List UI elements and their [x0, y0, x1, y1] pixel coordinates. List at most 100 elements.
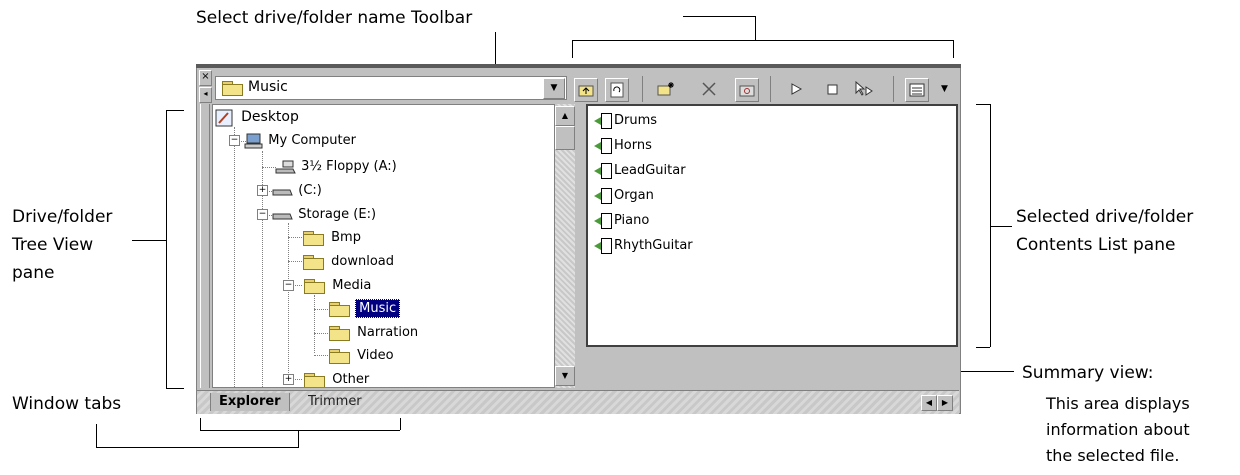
- collapse-icon[interactable]: −: [257, 209, 268, 220]
- tree-connector: [288, 223, 289, 383]
- collapse-icon[interactable]: −: [283, 280, 294, 291]
- callout-summary-desc2: information about: [1046, 420, 1190, 439]
- tree-connector: [234, 127, 235, 387]
- tree-connector: [314, 309, 328, 310]
- view-menu-arrow-icon[interactable]: ▼: [941, 84, 948, 94]
- toolbar-separator-2: [770, 76, 771, 102]
- file-list-item[interactable]: RhythGuitar: [594, 235, 693, 257]
- tab-trimmer[interactable]: Trimmer: [300, 393, 370, 411]
- folder-icon: [329, 301, 350, 317]
- scroll-left-icon[interactable]: ◀: [921, 395, 937, 411]
- tree-item-download[interactable]: download: [303, 251, 394, 273]
- expand-icon[interactable]: +: [257, 185, 268, 196]
- tree-connector: [314, 295, 315, 353]
- file-name: Organ: [614, 188, 654, 203]
- play-icon[interactable]: [785, 78, 807, 100]
- tree-connector: [288, 237, 302, 238]
- view-menu-icon[interactable]: [905, 78, 929, 102]
- tree-label: Media: [332, 278, 372, 293]
- file-name: RhythGuitar: [614, 238, 693, 253]
- folder-icon: [329, 348, 350, 364]
- tab-explorer[interactable]: Explorer: [210, 393, 290, 411]
- folder-icon: [304, 278, 326, 294]
- bracket-tree-vert: [166, 110, 167, 388]
- tree-label: Desktop: [241, 109, 299, 125]
- collapse-icon[interactable]: −: [229, 135, 240, 146]
- tree-item-media[interactable]: − Media: [283, 275, 371, 297]
- tree-connector: [314, 333, 328, 334]
- drive-icon: [272, 213, 293, 219]
- file-list-item[interactable]: Organ: [594, 185, 654, 207]
- callout-tree-line3: pane: [12, 263, 55, 283]
- tree-item-narration[interactable]: Narration: [329, 322, 418, 344]
- bracket-toolbar: [572, 40, 954, 41]
- tree-label: My Computer: [268, 133, 356, 148]
- bracket-tabs-bottom: [200, 430, 400, 431]
- tree-item-desktop[interactable]: Desktop: [215, 106, 299, 128]
- tree-label: (C:): [298, 183, 322, 198]
- refresh-icon[interactable]: [605, 78, 629, 102]
- folder-select-value: Music: [248, 79, 288, 95]
- callout-tree-line1: Drive/folder: [12, 207, 113, 227]
- new-folder-icon[interactable]: [655, 78, 677, 100]
- tree-item-music[interactable]: Music: [329, 298, 401, 320]
- expand-icon[interactable]: +: [283, 374, 294, 385]
- callout-tree-line2: Tree View: [12, 235, 94, 255]
- tree-scroll-thumb[interactable]: [555, 126, 575, 150]
- tree-label: 3½ Floppy (A:): [301, 159, 397, 174]
- bracket-tree-top: [166, 110, 184, 111]
- drive-icon: [272, 189, 293, 195]
- tree-item-other[interactable]: + Other: [283, 369, 370, 387]
- file-list-item[interactable]: Piano: [594, 210, 649, 232]
- play-selection-icon[interactable]: [853, 78, 875, 100]
- floppy-icon: [275, 160, 296, 173]
- leader-line-list: [990, 226, 1012, 227]
- file-list-item[interactable]: Drums: [594, 110, 657, 132]
- file-list-item[interactable]: LeadGuitar: [594, 160, 686, 182]
- tree-connector: [262, 167, 276, 168]
- bracket-list-top: [976, 104, 990, 105]
- stop-icon[interactable]: [821, 78, 843, 100]
- tree-label: download: [331, 254, 395, 269]
- callout-window-tabs: Window tabs: [12, 394, 122, 414]
- folder-icon: [222, 81, 243, 96]
- close-icon[interactable]: ×: [199, 70, 212, 86]
- file-list-item[interactable]: Horns: [594, 135, 652, 157]
- pin-icon[interactable]: ◂: [199, 87, 212, 103]
- bracket-toolbar-right: [953, 40, 954, 58]
- dropdown-arrow-icon[interactable]: ▼: [543, 78, 565, 99]
- audio-file-icon: [594, 187, 612, 204]
- window-title-strip: [196, 64, 961, 68]
- tree-item-floppy[interactable]: 3½ Floppy (A:): [275, 156, 397, 178]
- file-name: Drums: [614, 113, 658, 128]
- tree-label: Other: [332, 372, 370, 387]
- delete-icon[interactable]: [698, 78, 720, 100]
- tree-item-storage[interactable]: − Storage (E:): [257, 204, 376, 226]
- scroll-up-icon[interactable]: ▲: [555, 106, 575, 126]
- scroll-down-icon[interactable]: ▼: [555, 366, 575, 386]
- file-name: Piano: [614, 213, 650, 228]
- scroll-right-icon[interactable]: ▶: [937, 395, 953, 411]
- tree-view-pane[interactable]: Desktop − My Computer 3½ Floppy (A:) + (…: [212, 104, 555, 388]
- tree-item-video[interactable]: Video: [329, 345, 394, 367]
- folder-select[interactable]: Music: [215, 76, 567, 100]
- bracket-tree-bottom: [166, 388, 184, 389]
- callout-toolbar-select: Select drive/folder name Toolbar: [196, 8, 473, 28]
- leader-line-toolbar-top: [683, 16, 755, 17]
- tree-item-c-drive[interactable]: + (C:): [257, 180, 322, 202]
- computer-icon: [244, 133, 263, 148]
- tree-label: Storage (E:): [298, 207, 377, 222]
- audio-file-icon: [594, 237, 612, 254]
- pane-splitter[interactable]: [577, 104, 585, 388]
- contents-list-pane[interactable]: Drums Horns LeadGuitar Organ Piano RhythGuita…: [586, 104, 958, 347]
- callout-summary-desc3: the selected file.: [1046, 446, 1180, 465]
- tree-item-my-computer[interactable]: − My Computer: [229, 130, 356, 152]
- properties-icon[interactable]: [735, 78, 759, 102]
- window-grip-strip[interactable]: [200, 104, 210, 388]
- tree-item-bmp[interactable]: Bmp: [303, 227, 361, 249]
- leader-line-tabs-stem: [298, 430, 299, 447]
- folder-icon: [304, 372, 326, 387]
- up-folder-icon[interactable]: [574, 78, 598, 102]
- toolbar-separator: [642, 76, 643, 102]
- tree-connector: [288, 261, 302, 262]
